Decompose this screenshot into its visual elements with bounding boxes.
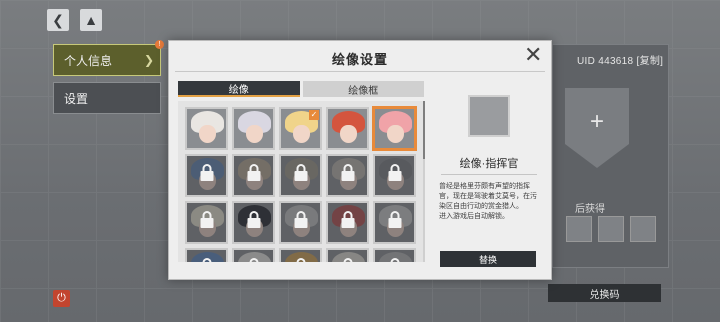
replace-button[interactable]: 替换: [440, 251, 536, 267]
portrait-item[interactable]: [185, 248, 228, 262]
power-button[interactable]: ⏻: [53, 290, 70, 307]
back-button[interactable]: ❮: [47, 9, 69, 31]
sidebar-item-profile[interactable]: 个人信息 ❯ !: [53, 40, 164, 76]
uid-value: 443618: [598, 56, 634, 67]
lock-icon: [388, 164, 401, 182]
portrait-face: [199, 125, 216, 143]
plus-icon: +: [589, 108, 604, 135]
lock-icon: [247, 164, 260, 182]
portrait-item[interactable]: [326, 107, 369, 150]
chevron-right-icon: ❯: [143, 53, 154, 67]
badge-slot[interactable]: [566, 216, 592, 242]
lock-icon: [294, 164, 307, 182]
close-button[interactable]: ✕: [524, 44, 542, 66]
divider: [175, 71, 545, 72]
portrait-item[interactable]: [373, 154, 416, 197]
lock-icon: [341, 164, 354, 182]
uid-display: UID 443618 [复制]: [577, 52, 663, 67]
portrait-face: [293, 125, 310, 143]
portrait-item[interactable]: [326, 154, 369, 197]
portrait-description: 曾经是格里芬颇有声望的指挥官，现在是驾驶着艾莫号，在污染区自由行动的赏金猎人。 …: [439, 183, 537, 220]
portrait-item[interactable]: [232, 248, 275, 262]
portrait-name: 绘像·指挥官: [459, 158, 519, 170]
lock-icon: [388, 211, 401, 229]
uid-label: UID: [577, 56, 596, 67]
scrollbar-thumb[interactable]: [423, 101, 425, 159]
arrow-left-icon: ❮: [52, 11, 64, 28]
selected-portrait-preview: [468, 95, 510, 137]
dialog-title: 绘像设置: [331, 52, 388, 67]
portrait-settings-dialog: 绘像设置 ✕ 绘像 绘像框 ✓ 绘像·指挥官 曾经是格里芬颇有声望的指挥官，现在…: [168, 40, 552, 280]
sidebar-item-label: 设置: [64, 91, 89, 106]
tab-bar: 绘像 绘像框: [178, 81, 424, 97]
portrait-face: [340, 125, 357, 143]
close-icon: ✕: [524, 42, 543, 67]
uid-copy-link[interactable]: [复制]: [636, 56, 663, 67]
portrait-item[interactable]: [232, 201, 275, 244]
portrait-item[interactable]: [279, 248, 322, 262]
sidebar-item-settings[interactable]: 设置: [53, 82, 161, 114]
divider: [441, 174, 537, 175]
portrait-item[interactable]: [326, 201, 369, 244]
badge-slot[interactable]: [630, 216, 656, 242]
portrait-face: [246, 125, 263, 143]
portrait-item[interactable]: [185, 201, 228, 244]
redeem-code-button[interactable]: 兑换码: [548, 284, 661, 302]
sidebar-item-label: 个人信息: [64, 53, 113, 68]
lock-icon: [294, 211, 307, 229]
tab-portrait-frame[interactable]: 绘像框: [302, 81, 424, 97]
portrait-item[interactable]: [373, 248, 416, 262]
portrait-item[interactable]: [185, 107, 228, 150]
notification-badge: !: [155, 40, 164, 49]
lock-icon: [341, 211, 354, 229]
portrait-item[interactable]: [232, 107, 275, 150]
home-button[interactable]: ▲: [80, 9, 102, 31]
portrait-item[interactable]: [185, 154, 228, 197]
portrait-face: [387, 125, 404, 143]
portrait-item[interactable]: [279, 201, 322, 244]
portrait-item[interactable]: [232, 154, 275, 197]
lock-icon: [200, 211, 213, 229]
tab-portrait[interactable]: 绘像: [178, 81, 300, 97]
lock-icon: [200, 164, 213, 182]
portrait-item[interactable]: [279, 154, 322, 197]
home-icon: ▲: [84, 12, 98, 28]
unlock-hint: 后获得: [575, 204, 605, 215]
portrait-item[interactable]: [326, 248, 369, 262]
portrait-item[interactable]: ✓: [279, 107, 322, 150]
scrollbar[interactable]: [423, 101, 425, 262]
lock-icon: [247, 211, 260, 229]
check-icon: ✓: [309, 110, 319, 120]
badge-slot[interactable]: [598, 216, 624, 242]
portrait-item[interactable]: [373, 201, 416, 244]
portrait-grid-container[interactable]: ✓: [178, 101, 424, 262]
power-icon: ⏻: [57, 292, 66, 304]
portrait-item[interactable]: [373, 107, 416, 150]
portrait-grid: ✓: [185, 107, 416, 262]
